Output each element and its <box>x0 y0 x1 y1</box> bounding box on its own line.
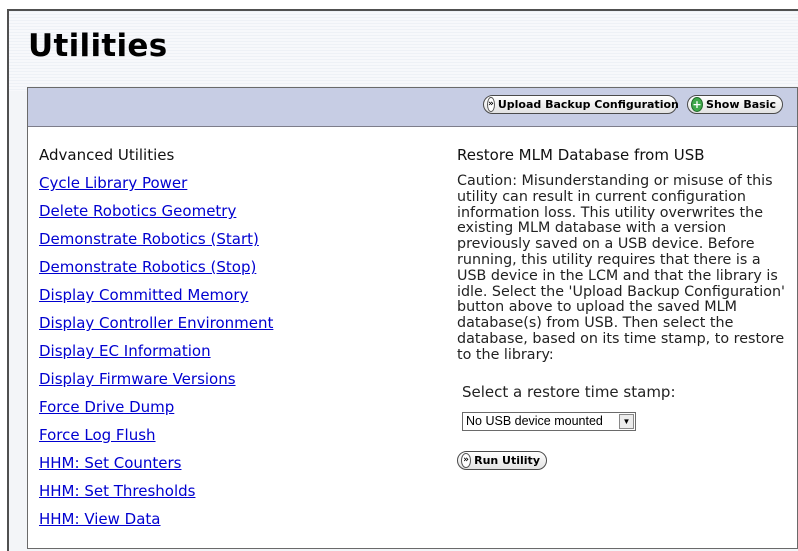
restore-mlm-heading: Restore MLM Database from USB <box>457 146 705 164</box>
cycle-library-power-link[interactable]: Cycle Library Power <box>39 174 439 202</box>
show-basic-button[interactable]: + Show Basic <box>687 95 783 114</box>
hhm-set-counters-link[interactable]: HHM: Set Counters <box>39 454 439 482</box>
display-committed-memory-link[interactable]: Display Committed Memory <box>39 286 439 314</box>
dropdown-arrow-icon[interactable]: ▼ <box>619 413 634 429</box>
delete-robotics-geometry-link[interactable]: Delete Robotics Geometry <box>39 202 439 230</box>
toolbar: » Upload Backup Configuration + Show Bas… <box>28 88 797 127</box>
run-utility-button[interactable]: » Run Utility <box>457 450 547 470</box>
display-controller-environment-link[interactable]: Display Controller Environment <box>39 314 439 342</box>
restore-mlm-section: Restore MLM Database from USB Caution: M… <box>457 146 787 470</box>
hhm-view-data-link[interactable]: HHM: View Data <box>39 510 439 538</box>
advanced-utilities-section: Advanced Utilities Cycle Library Power D… <box>39 146 439 538</box>
hhm-set-thresholds-link[interactable]: HHM: Set Thresholds <box>39 482 439 510</box>
show-basic-label: Show Basic <box>706 98 776 111</box>
force-drive-dump-link[interactable]: Force Drive Dump <box>39 398 439 426</box>
restore-time-stamp-value: No USB device mounted <box>466 414 603 429</box>
demonstrate-robotics-stop-link[interactable]: Demonstrate Robotics (Stop) <box>39 258 439 286</box>
run-utility-label: Run Utility <box>474 453 540 467</box>
page-title: Utilities <box>28 28 168 64</box>
demonstrate-robotics-start-link[interactable]: Demonstrate Robotics (Start) <box>39 230 439 258</box>
display-ec-information-link[interactable]: Display EC Information <box>39 342 439 370</box>
upload-backup-configuration-label: Upload Backup Configuration <box>497 98 679 111</box>
force-log-flush-link[interactable]: Force Log Flush <box>39 426 439 454</box>
double-chevron-right-icon: » <box>487 97 495 112</box>
caution-text: Caution: Misunderstanding or misuse of t… <box>457 173 785 363</box>
utilities-panel: » Upload Backup Configuration + Show Bas… <box>27 87 798 549</box>
upload-backup-configuration-button[interactable]: » Upload Backup Configuration <box>483 95 679 114</box>
plus-icon: + <box>691 97 704 112</box>
restore-time-stamp-select[interactable]: No USB device mounted ▼ <box>462 411 636 431</box>
advanced-utilities-heading: Advanced Utilities <box>39 146 175 164</box>
double-chevron-right-icon: » <box>461 452 472 468</box>
display-firmware-versions-link[interactable]: Display Firmware Versions <box>39 370 439 398</box>
restore-time-stamp-label: Select a restore time stamp: <box>462 382 676 401</box>
